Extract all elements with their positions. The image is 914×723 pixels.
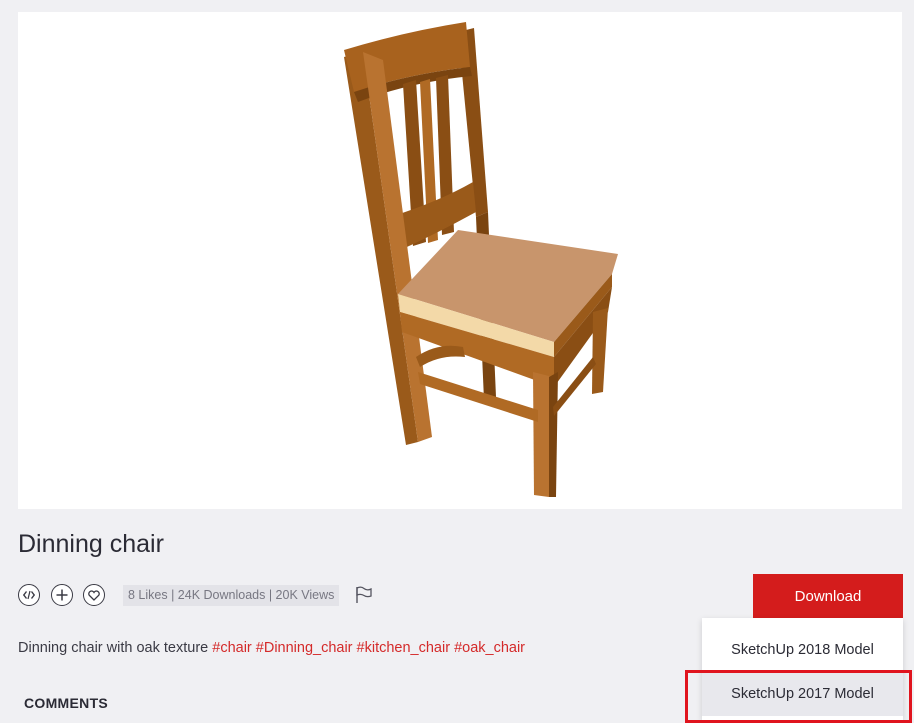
model-preview[interactable] [18,12,902,509]
flag-icon[interactable] [355,586,373,609]
model-description: Dinning chair with oak texture #chair #D… [18,640,525,656]
model-stats: 8 Likes | 24K Downloads | 20K Views [123,585,340,606]
code-icon[interactable] [18,584,40,606]
download-option-sketchup-2018[interactable]: SketchUp 2018 Model [702,628,903,672]
description-text: Dinning chair with oak texture [18,640,209,656]
plus-icon[interactable] [51,584,73,606]
chair-image [344,22,618,497]
comments-heading: COMMENTS [24,695,109,711]
tag-link[interactable]: #oak_chair [454,640,525,656]
tag-link[interactable]: #chair [212,640,252,656]
tag-link[interactable]: #kitchen_chair [357,640,451,656]
download-dropdown: SketchUp 2018 Model SketchUp 2017 Model [702,618,903,720]
model-title: Dinning chair [18,530,164,558]
heart-icon[interactable] [83,584,105,606]
download-button[interactable]: Download [753,574,903,618]
tag-link[interactable]: #Dinning_chair [256,640,353,656]
download-option-sketchup-2017[interactable]: SketchUp 2017 Model [702,672,903,716]
